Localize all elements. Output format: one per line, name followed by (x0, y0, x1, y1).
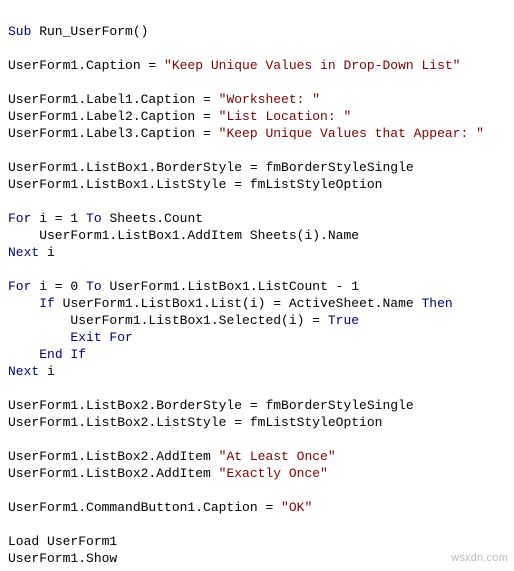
line-label3: UserForm1.Label3.Caption = (8, 126, 219, 141)
string-label1: "Worksheet: " (219, 92, 320, 107)
string-additem2: "Exactly Once" (219, 466, 328, 481)
keyword-next: Next (8, 245, 39, 260)
sub-name: Run_UserForm() (31, 24, 148, 39)
line-show: UserForm1.Show (8, 551, 117, 566)
for1-body: UserForm1.ListBox1.AddItem Sheets(i).Nam… (8, 228, 359, 243)
keyword-for: For (8, 211, 31, 226)
line-caption: UserForm1.Caption = (8, 58, 164, 73)
line-lb1-style: UserForm1.ListBox1.ListStyle = fmListSty… (8, 177, 382, 192)
string-ok: "OK" (281, 500, 312, 515)
string-additem1: "At Least Once" (219, 449, 336, 464)
keyword-then: Then (422, 296, 453, 311)
line-lb2-border: UserForm1.ListBox2.BorderStyle = fmBorde… (8, 398, 414, 413)
line-label1: UserForm1.Label1.Caption = (8, 92, 219, 107)
keyword-if: If (39, 296, 55, 311)
keyword-for: For (8, 279, 31, 294)
keyword-true: True (328, 313, 359, 328)
line-lb2-style: UserForm1.ListBox2.ListStyle = fmListSty… (8, 415, 382, 430)
vba-code-editor[interactable]: Sub Run_UserForm() UserForm1.Caption = "… (0, 0, 514, 571)
line-additem1: UserForm1.ListBox2.AddItem (8, 449, 219, 464)
line-commandbutton: UserForm1.CommandButton1.Caption = (8, 500, 281, 515)
line-lb1-border: UserForm1.ListBox1.BorderStyle = fmBorde… (8, 160, 414, 175)
keyword-exit-for: Exit For (70, 330, 132, 345)
keyword-next: Next (8, 364, 39, 379)
keyword-end-if: End If (39, 347, 86, 362)
string-caption: "Keep Unique Values in Drop-Down List" (164, 58, 460, 73)
keyword-sub: Sub (8, 24, 31, 39)
string-label3: "Keep Unique Values that Appear: " (219, 126, 484, 141)
line-load: Load (8, 534, 47, 549)
line-label2: UserForm1.Label2.Caption = (8, 109, 219, 124)
line-additem2: UserForm1.ListBox2.AddItem (8, 466, 219, 481)
watermark: wsxdn.com (451, 550, 508, 567)
string-label2: "List Location: " (219, 109, 352, 124)
